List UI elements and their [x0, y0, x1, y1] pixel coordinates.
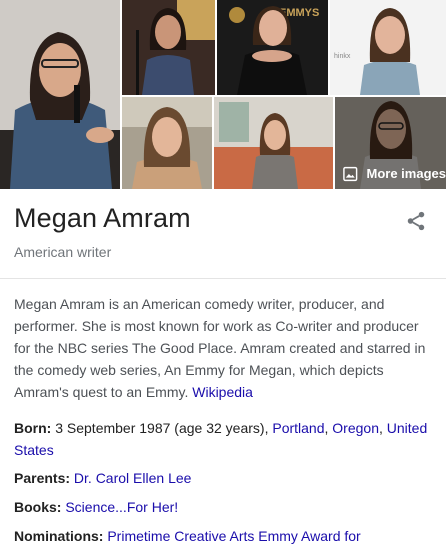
entity-title: Megan Amram	[14, 203, 191, 233]
share-icon[interactable]	[405, 210, 427, 232]
wikipedia-link[interactable]: Wikipedia	[192, 384, 253, 400]
fact-nominations-label: Nominations:	[14, 528, 104, 544]
section-divider	[0, 278, 446, 279]
photo-couch-interview[interactable]	[214, 97, 333, 189]
fact-nominations: Nominations: Primetime Creative Arts Emm…	[14, 525, 434, 547]
more-images-label: More images	[366, 166, 446, 181]
link-book[interactable]: Science...For Her!	[65, 499, 178, 515]
fact-parents: Parents: Dr. Carol Ellen Lee	[14, 467, 434, 489]
fact-born: Born: 3 September 1987 (age 32 years), P…	[14, 417, 434, 461]
photo-indoor-portrait[interactable]	[122, 97, 212, 189]
link-parent[interactable]: Dr. Carol Ellen Lee	[74, 470, 192, 486]
born-sep2: ,	[379, 420, 383, 436]
svg-text:hinkx: hinkx	[334, 53, 351, 60]
photo-standup[interactable]	[122, 0, 215, 95]
photo-speaking-mic[interactable]	[0, 0, 120, 189]
link-portland[interactable]: Portland	[272, 420, 324, 436]
fact-born-text: 3 September 1987 (age 32 years),	[55, 420, 269, 436]
link-oregon[interactable]: Oregon	[332, 420, 379, 436]
image-gallery-icon	[343, 166, 358, 181]
description: Megan Amram is an American comedy writer…	[14, 293, 434, 403]
fact-born-label: Born:	[14, 420, 52, 436]
more-images-button[interactable]: More images	[335, 158, 446, 189]
fact-books: Books: Science...For Her!	[14, 496, 434, 518]
born-sep1: ,	[324, 420, 329, 436]
link-nomination[interactable]: Primetime Creative Arts Emmy Award for	[107, 528, 360, 544]
fact-parents-label: Parents:	[14, 470, 71, 486]
fact-books-label: Books:	[14, 499, 62, 515]
entity-subtitle: American writer	[14, 244, 112, 260]
image-grid: EMMYS hinkx More images	[0, 0, 446, 189]
photo-emmys-red-carpet[interactable]: EMMYS	[217, 0, 328, 95]
photo-portrait-white[interactable]: hinkx	[330, 0, 446, 95]
